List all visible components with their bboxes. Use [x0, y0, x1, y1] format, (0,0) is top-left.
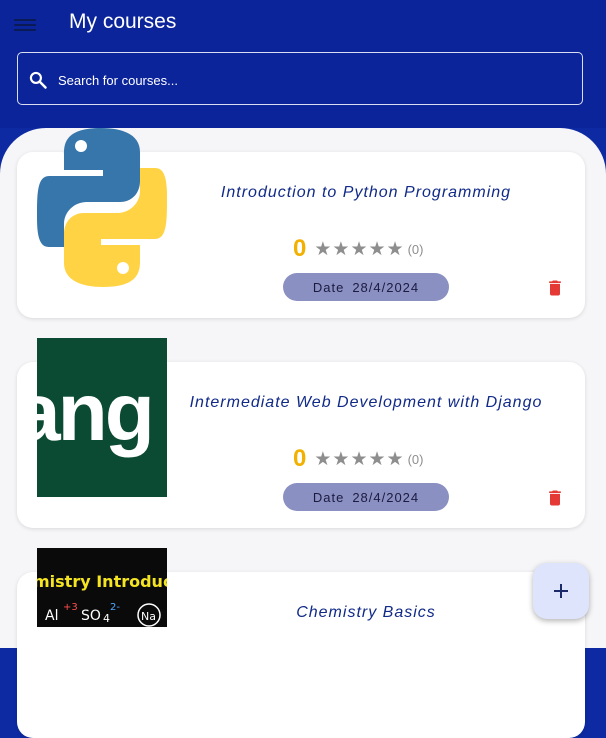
star-icon: ★ — [386, 238, 404, 260]
date-value: 28/4/2024 — [352, 279, 420, 295]
plus-icon — [554, 584, 568, 598]
chemistry-thumb-text: mistry Introduc — [37, 572, 167, 591]
course-title[interactable]: Introduction to Python Programming — [185, 184, 547, 202]
course-rating: 0 ★ ★ ★ ★ ★ (0) — [293, 235, 424, 262]
star-icon: ★ — [332, 448, 350, 470]
date-value: 28/4/2024 — [352, 489, 420, 505]
menu-icon[interactable] — [14, 16, 36, 32]
star-icon: ★ — [350, 238, 368, 260]
star-icon: ★ — [368, 238, 386, 260]
course-rating: 0 ★ ★ ★ ★ ★ (0) — [293, 445, 424, 472]
python-logo — [37, 128, 167, 287]
search-bar[interactable] — [17, 52, 583, 105]
app-bar: My courses — [0, 0, 606, 128]
star-icon: ★ — [368, 448, 386, 470]
django-logo-text: ang — [37, 367, 155, 458]
date-badge: Date 28/4/2024 — [283, 483, 449, 511]
django-logo: ang — [37, 338, 167, 497]
star-icon: ★ — [314, 448, 332, 470]
search-icon — [29, 71, 47, 89]
svg-text:4: 4 — [103, 612, 110, 625]
svg-text:+3: +3 — [63, 602, 78, 613]
date-label: Date — [312, 489, 345, 505]
course-title[interactable]: Chemistry Basics — [185, 604, 547, 622]
course-title[interactable]: Intermediate Web Development with Django — [185, 394, 547, 412]
page-title: My courses — [69, 10, 177, 33]
star-icon: ★ — [386, 448, 404, 470]
date-label: Date — [312, 279, 345, 295]
star-icon: ★ — [332, 238, 350, 260]
add-course-button[interactable] — [533, 563, 589, 619]
svg-text:SO: SO — [81, 608, 101, 624]
trash-icon[interactable] — [545, 278, 565, 298]
rating-value: 0 — [293, 235, 307, 262]
svg-text:Al: Al — [45, 608, 58, 624]
chemistry-formula-sketch: Al +3 SO 4 2- Na — [45, 602, 161, 627]
date-badge: Date 28/4/2024 — [283, 273, 449, 301]
star-icon: ★ — [350, 448, 368, 470]
star-icon: ★ — [314, 238, 332, 260]
chemistry-blackboard: mistry Introduc Al +3 SO 4 2- Na — [37, 548, 167, 627]
rating-value: 0 — [293, 445, 307, 472]
svg-text:2-: 2- — [110, 602, 120, 613]
search-input[interactable] — [56, 67, 560, 93]
rating-count: (0) — [407, 451, 424, 467]
trash-icon[interactable] — [545, 488, 565, 508]
rating-count: (0) — [407, 241, 424, 257]
svg-text:Na: Na — [141, 610, 156, 623]
